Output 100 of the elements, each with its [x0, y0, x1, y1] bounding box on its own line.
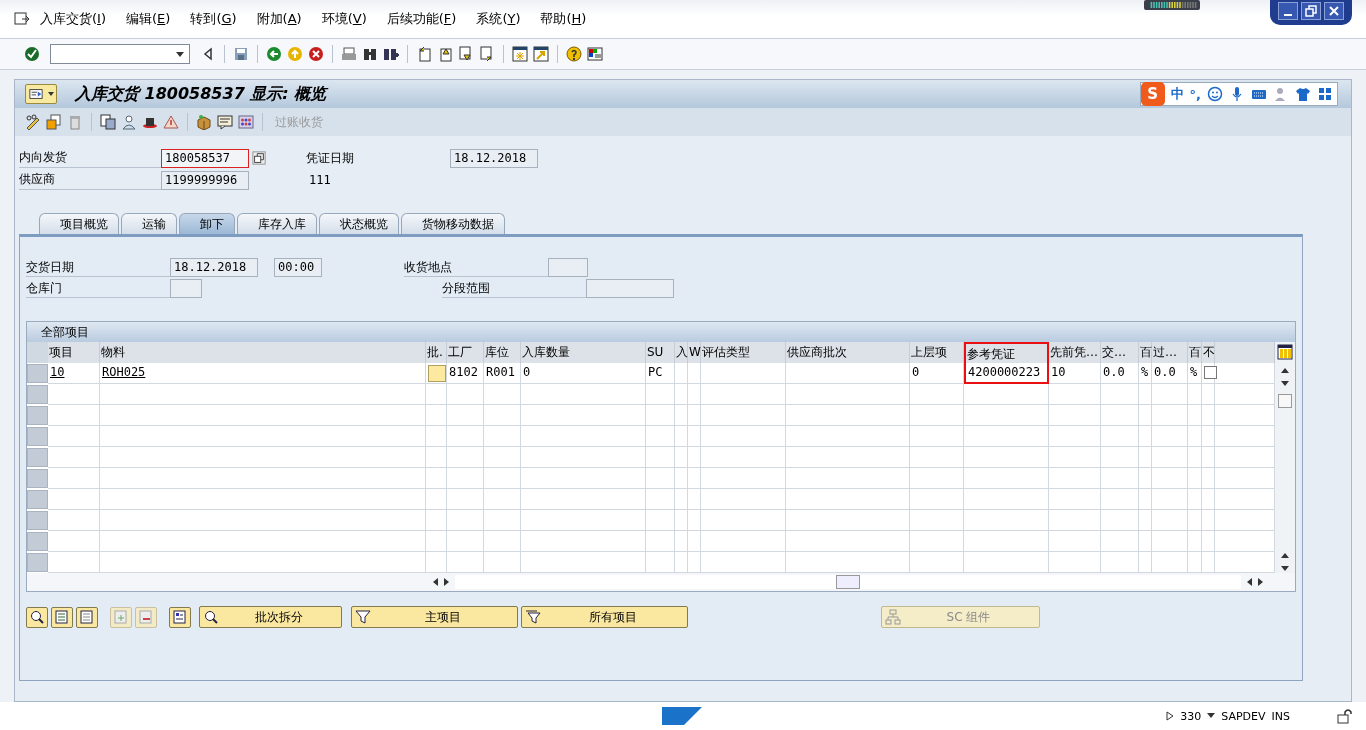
find-icon[interactable]	[362, 46, 378, 62]
column-header[interactable]: 项目	[48, 342, 100, 363]
table-link[interactable]: ROH025	[100, 363, 426, 384]
enter-icon[interactable]	[24, 46, 40, 62]
column-header[interactable]: 百	[1139, 342, 1152, 363]
list-deselect-button[interactable]	[76, 606, 98, 628]
column-header[interactable]: 百	[1188, 342, 1202, 363]
document-copy-icon[interactable]	[100, 114, 116, 130]
menu-item[interactable]: 帮助(H)	[540, 10, 587, 28]
last-page-icon[interactable]	[479, 46, 495, 62]
print-icon[interactable]	[341, 46, 357, 62]
column-header[interactable]: 交…	[1101, 342, 1139, 363]
grid-icon[interactable]	[1317, 86, 1333, 102]
list-select-button[interactable]	[51, 606, 73, 628]
action-button[interactable]: 所有项目	[521, 606, 688, 628]
pencil-glasses-icon[interactable]	[25, 114, 41, 130]
column-header[interactable]: 工厂	[447, 342, 484, 363]
copy-icon[interactable]	[252, 151, 266, 165]
tab[interactable]: 状态概览	[319, 213, 399, 234]
column-header[interactable]: 过…	[1152, 342, 1188, 363]
tab[interactable]: 货物移动数据	[401, 213, 505, 234]
smiley-icon[interactable]	[1207, 86, 1223, 102]
empty-cell	[447, 447, 484, 468]
document-list-button[interactable]	[169, 606, 191, 628]
column-header[interactable]: 物料	[100, 342, 426, 363]
column-header[interactable]: W	[688, 342, 701, 363]
column-header[interactable]: 评估类型	[701, 342, 786, 363]
column-header[interactable]: 库位	[484, 342, 521, 363]
column-header[interactable]: 不	[1202, 342, 1215, 363]
scroll-right-icon[interactable]	[1257, 577, 1265, 587]
message-icon[interactable]	[217, 114, 233, 130]
scroll-down-icon[interactable]	[1280, 565, 1290, 573]
close-icon[interactable]	[1324, 2, 1344, 20]
empty-cell	[675, 405, 688, 426]
play-icon[interactable]	[1166, 711, 1175, 721]
delete-row-button[interactable]	[135, 606, 157, 628]
column-header[interactable]: 入	[675, 342, 688, 363]
scroll-thumb[interactable]	[1278, 394, 1292, 408]
cancel-icon[interactable]	[308, 46, 324, 62]
menu-item[interactable]: 环境(V)	[321, 10, 367, 28]
shortcut-icon[interactable]	[533, 46, 549, 62]
scroll-down-icon[interactable]	[1280, 380, 1290, 388]
person-icon[interactable]	[121, 114, 137, 130]
tab[interactable]: 项目概览	[39, 213, 119, 234]
tab[interactable]: 运输	[121, 213, 177, 234]
action-button[interactable]: 主项目	[351, 606, 518, 628]
command-field[interactable]	[50, 44, 190, 64]
input-mode-toggle[interactable]: 中	[1170, 85, 1184, 103]
save-icon[interactable]	[233, 46, 249, 62]
caret-icon[interactable]	[1207, 713, 1216, 719]
restore-icon[interactable]	[1301, 2, 1321, 20]
shirt-icon[interactable]	[1295, 86, 1311, 102]
checkbox[interactable]	[1204, 366, 1217, 379]
menu-item[interactable]: 入库交货(I)	[40, 10, 106, 28]
table-link[interactable]: 10	[48, 363, 100, 384]
menu-item[interactable]: 系统(Y)	[476, 10, 521, 28]
empty-cell	[447, 405, 484, 426]
column-header[interactable]: 参考凭证	[964, 342, 1049, 363]
scroll-left-icon[interactable]	[431, 577, 439, 587]
column-header[interactable]: 批.	[426, 342, 447, 363]
screen-options-button[interactable]	[25, 84, 57, 104]
empty-cell	[1101, 405, 1139, 426]
find-next-icon[interactable]	[383, 46, 399, 62]
menu-icon[interactable]	[14, 11, 30, 27]
column-header[interactable]: 先前凭…	[1049, 342, 1101, 363]
action-button[interactable]: 批次拆分	[199, 606, 342, 628]
minimize-icon[interactable]	[1278, 2, 1298, 20]
zoom-detail-button[interactable]	[26, 606, 48, 628]
input-field[interactable]: 180058537	[161, 148, 249, 168]
document-switch-icon[interactable]	[46, 114, 62, 130]
menu-item[interactable]: 附加(A)	[256, 10, 302, 28]
column-settings-icon[interactable]	[1277, 344, 1293, 360]
column-header[interactable]: SU	[646, 342, 675, 363]
new-window-icon[interactable]	[512, 46, 528, 62]
next-page-icon[interactable]	[458, 46, 474, 62]
menu-item[interactable]: 后续功能(F)	[386, 10, 457, 28]
column-header[interactable]: 上层项	[910, 342, 964, 363]
grid-icon[interactable]	[238, 114, 254, 130]
caret-icon[interactable]	[176, 51, 184, 57]
column-header[interactable]: 入库数量	[521, 342, 646, 363]
empty-cell	[426, 447, 447, 468]
layout-icon[interactable]	[587, 46, 603, 62]
lock-icon[interactable]	[1336, 708, 1352, 724]
scroll-right-icon[interactable]	[443, 577, 451, 587]
punctuation-toggle[interactable]: °,	[1189, 86, 1201, 102]
package-icon[interactable]	[196, 114, 212, 130]
scroll-track[interactable]	[455, 575, 1241, 589]
menu-item[interactable]: 转到(G)	[190, 10, 237, 28]
tab[interactable]: 库存入库	[237, 213, 317, 234]
scroll-up-icon[interactable]	[1280, 551, 1290, 559]
first-page-icon[interactable]	[416, 46, 432, 62]
scroll-thumb[interactable]	[836, 575, 860, 589]
column-header[interactable]: 供应商批次	[786, 342, 910, 363]
scroll-left-icon[interactable]	[1245, 577, 1253, 587]
menu-item[interactable]: 编辑(E)	[126, 10, 171, 28]
help-icon[interactable]	[566, 46, 582, 62]
warning-icon[interactable]	[163, 114, 179, 130]
previous-page-icon[interactable]	[437, 46, 453, 62]
tab[interactable]: 卸下	[179, 213, 235, 234]
scroll-up-icon[interactable]	[1280, 366, 1290, 374]
